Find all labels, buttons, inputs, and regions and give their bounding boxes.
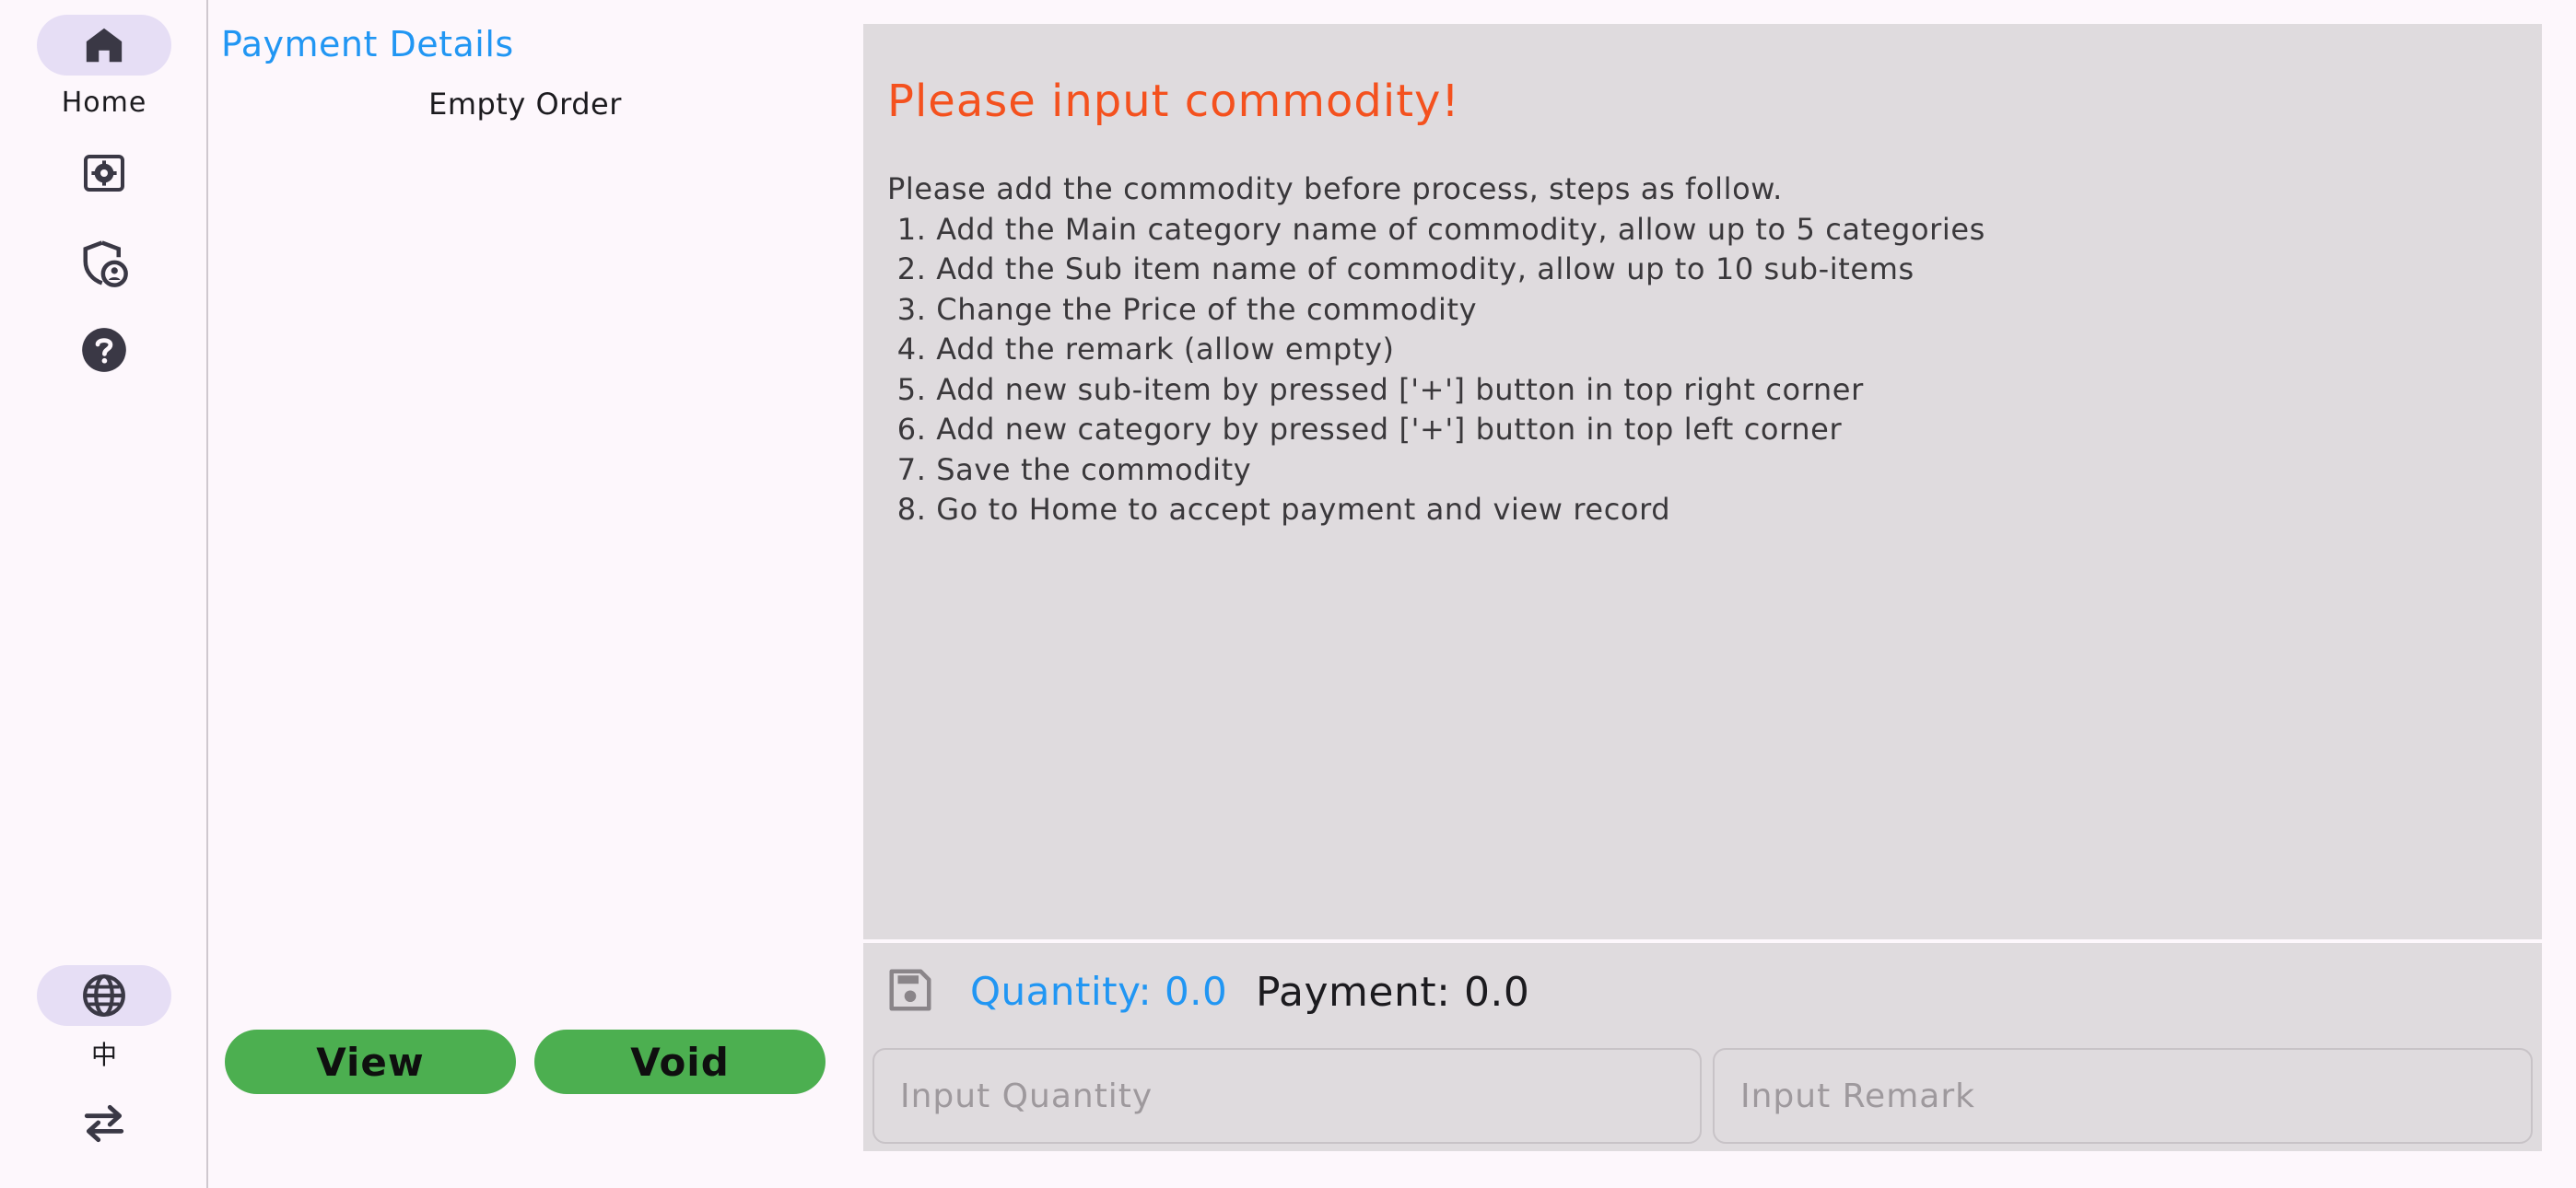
nav-help-button[interactable] — [67, 313, 141, 387]
instruction-step: 8. Go to Home to accept payment and view… — [887, 492, 1671, 527]
swap-icon — [84, 1104, 124, 1143]
view-button[interactable]: View — [225, 1030, 516, 1094]
globe-icon — [83, 974, 125, 1017]
nav-language-button[interactable] — [37, 965, 171, 1026]
quantity-readout: Quantity: 0.0 — [970, 969, 1228, 1014]
instruction-step: 3. Change the Price of the commodity — [887, 291, 1478, 327]
nav-home-label: Home — [61, 87, 147, 119]
remark-input[interactable] — [1713, 1048, 2533, 1144]
instruction-step: 4. Add the remark (allow empty) — [887, 332, 1395, 367]
nav-swap-button[interactable] — [67, 1087, 141, 1160]
commodity-main-panel: Please input commodity! Please add the c… — [863, 24, 2542, 1151]
nav-language-label: 中 — [90, 1040, 117, 1070]
instructions-list: Please add the commodity before process,… — [887, 169, 1985, 530]
nav-settings-button[interactable] — [67, 136, 141, 210]
save-icon — [889, 969, 931, 1011]
footer-divider — [863, 939, 2542, 943]
instruction-step: 1. Add the Main category name of commodi… — [887, 211, 1985, 247]
instruction-step: 5. Add new sub-item by pressed ['+'] but… — [887, 371, 1864, 407]
navigation-rail: Home 中 — [0, 0, 208, 1188]
payment-readout: Payment: 0.0 — [1256, 969, 1530, 1016]
void-button[interactable]: Void — [534, 1030, 825, 1094]
instruction-step: 7. Save the commodity — [887, 451, 1252, 487]
app-window: Home 中 Payment Details Empty Order View … — [0, 0, 2576, 1188]
settings-icon — [84, 155, 124, 192]
instructions-intro: Please add the commodity before process,… — [887, 171, 1783, 206]
payment-details-title: Payment Details — [221, 24, 514, 64]
save-button[interactable] — [885, 965, 935, 1015]
home-icon — [86, 28, 123, 63]
help-icon — [82, 328, 126, 372]
nav-admin-button[interactable] — [67, 227, 141, 300]
admin-shield-icon — [83, 240, 128, 287]
empty-order-text: Empty Order — [428, 87, 622, 122]
instruction-step: 6. Add new category by pressed ['+'] but… — [887, 412, 1843, 447]
instruction-step: 2. Add the Sub item name of commodity, a… — [887, 251, 1914, 286]
nav-home-button[interactable] — [37, 15, 171, 76]
input-commodity-heading: Please input commodity! — [887, 76, 1460, 127]
quantity-input[interactable] — [872, 1048, 1702, 1144]
